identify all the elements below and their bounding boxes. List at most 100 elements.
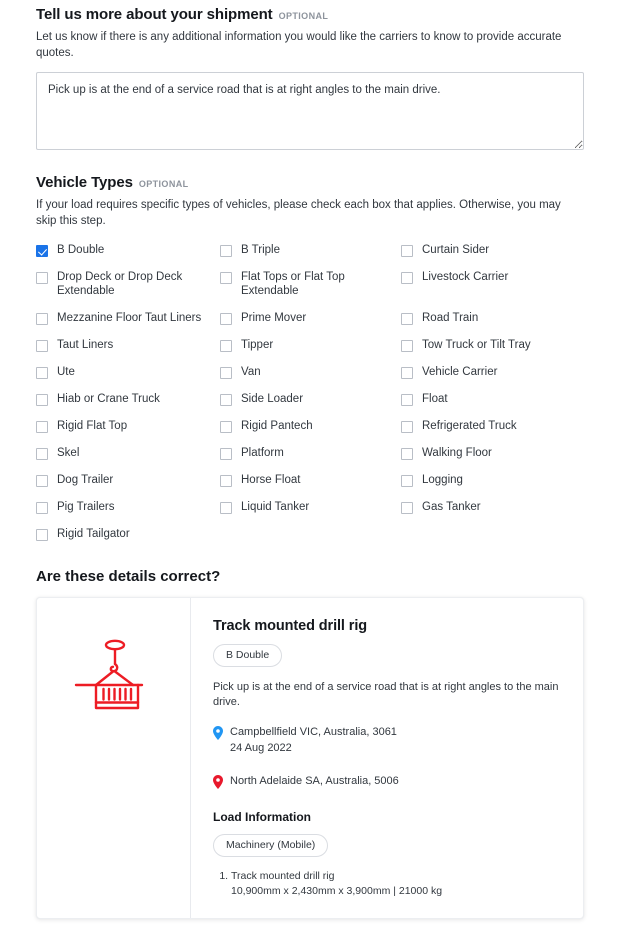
- vehicle-type-checkbox-b-triple[interactable]: B Triple: [220, 242, 401, 269]
- vehicle-type-label: Rigid Pantech: [241, 420, 313, 433]
- vehicle-type-checkbox-flat-tops-or-flat-top-extendable[interactable]: Flat Tops or Flat Top Extendable: [220, 269, 401, 310]
- vehicle-type-checkbox-rigid-pantech[interactable]: Rigid Pantech: [220, 418, 401, 445]
- checkbox-icon[interactable]: [36, 529, 48, 542]
- vehicle-type-label: Flat Tops or Flat Top Extendable: [241, 271, 345, 298]
- delivery-address: North Adelaide SA, Australia, 5006: [230, 774, 399, 787]
- vehicle-type-checkbox-rigid-flat-top[interactable]: Rigid Flat Top: [36, 418, 220, 445]
- vehicle-type-label: Logging: [422, 474, 463, 487]
- vehicle-type-checkbox-platform[interactable]: Platform: [220, 445, 401, 472]
- checkbox-icon[interactable]: [401, 313, 413, 326]
- checkbox-icon[interactable]: [36, 340, 48, 353]
- vehicle-types-grid: B Double B Triple Curtain Sider Drop Deck o…: [36, 242, 584, 553]
- checkbox-icon[interactable]: [36, 313, 48, 326]
- vehicle-type-checkbox-mezzanine-floor-taut-liners[interactable]: Mezzanine Floor Taut Liners: [36, 310, 220, 337]
- checkbox-icon[interactable]: [220, 272, 232, 285]
- checkbox-icon[interactable]: [220, 502, 232, 515]
- shipment-note-field-wrap: [36, 72, 584, 155]
- vehicle-type-checkbox-walking-floor[interactable]: Walking Floor: [401, 445, 584, 472]
- vehicle-type-label: Livestock Carrier: [422, 271, 509, 284]
- vehicle-type-checkbox-van[interactable]: Van: [220, 364, 401, 391]
- checkbox-icon[interactable]: [401, 367, 413, 380]
- vehicle-type-label: Tipper: [241, 339, 274, 352]
- vehicle-type-label: Road Train: [422, 312, 479, 325]
- vehicle-type-checkbox-dog-trailer[interactable]: Dog Trailer: [36, 472, 220, 499]
- container-crane-hook-icon: [74, 639, 143, 710]
- shipment-note-subtitle: Let us know if there is any additional i…: [36, 31, 562, 59]
- checkbox-icon[interactable]: [401, 502, 413, 515]
- checkbox-icon[interactable]: [220, 367, 232, 380]
- shipment-summary-card: Track mounted drill rig B Double Pick up…: [36, 597, 584, 920]
- vehicle-type-label: Prime Mover: [241, 312, 307, 325]
- vehicle-type-checkbox-tipper[interactable]: Tipper: [220, 337, 401, 364]
- checkbox-icon[interactable]: [36, 272, 48, 285]
- optional-badge: OPTIONAL: [138, 179, 189, 190]
- checkbox-icon[interactable]: [36, 502, 48, 515]
- vehicle-types-heading: Vehicle Types OPTIONAL: [36, 174, 584, 191]
- load-information-heading: Load Information: [213, 809, 311, 824]
- checkbox-icon[interactable]: [220, 448, 232, 461]
- vehicle-type-checkbox-drop-deck-or-drop-deck-extendable[interactable]: Drop Deck or Drop Deck Extendable: [36, 269, 220, 310]
- checkbox-icon[interactable]: [220, 245, 232, 258]
- vehicle-type-checkbox-side-loader[interactable]: Side Loader: [220, 391, 401, 418]
- checkbox-icon[interactable]: [401, 421, 413, 434]
- vehicle-type-checkbox-livestock-carrier[interactable]: Livestock Carrier: [401, 269, 584, 296]
- vehicle-type-checkbox-prime-mover[interactable]: Prime Mover: [220, 310, 401, 337]
- vehicle-type-label: Platform: [241, 447, 284, 460]
- vehicle-type-checkbox-logging[interactable]: Logging: [401, 472, 584, 499]
- vehicle-type-checkbox-tow-truck-or-tilt-tray[interactable]: Tow Truck or Tilt Tray: [401, 337, 584, 364]
- checkbox-icon[interactable]: [401, 448, 413, 461]
- vehicle-types-heading-text: Vehicle Types: [36, 174, 133, 192]
- checkbox-icon[interactable]: [220, 340, 232, 353]
- vehicle-type-label: Skel: [57, 447, 80, 460]
- vehicle-type-checkbox-gas-tanker[interactable]: Gas Tanker: [401, 499, 584, 526]
- vehicle-type-label: B Triple: [241, 244, 280, 257]
- shipment-note-heading: Tell us more about your shipment OPTIONA…: [36, 0, 584, 23]
- vehicle-type-checkbox-b-double[interactable]: B Double: [36, 242, 220, 269]
- shipment-note-textarea[interactable]: [36, 72, 584, 151]
- checkbox-icon[interactable]: [36, 394, 48, 407]
- vehicle-type-label: Side Loader: [241, 393, 304, 406]
- checkbox-icon[interactable]: [36, 421, 48, 434]
- checkbox-icon[interactable]: [401, 272, 413, 285]
- load-item-dimensions: 10,900mm x 2,430mm x 3,900mm | 21000 kg: [231, 885, 443, 898]
- vehicle-type-checkbox-refrigerated-truck[interactable]: Refrigerated Truck: [401, 418, 584, 445]
- vehicle-type-checkbox-pig-trailers[interactable]: Pig Trailers: [36, 499, 220, 526]
- vehicle-type-label: Van: [241, 366, 261, 379]
- vehicle-type-checkbox-skel[interactable]: Skel: [36, 445, 220, 472]
- vehicle-type-checkbox-curtain-sider[interactable]: Curtain Sider: [401, 242, 584, 269]
- pickup-date: 24 Aug 2022: [230, 741, 292, 754]
- vehicle-type-label: Rigid Flat Top: [57, 420, 128, 433]
- delivery-location: North Adelaide SA, Australia, 5006: [213, 774, 565, 790]
- load-items-list: Track mounted drill rig 10,900mm x 2,430m…: [213, 869, 565, 901]
- vehicle-type-label: Curtain Sider: [422, 244, 490, 257]
- vehicle-type-label: Vehicle Carrier: [422, 366, 498, 379]
- vehicle-type-checkbox-liquid-tanker[interactable]: Liquid Tanker: [220, 499, 401, 526]
- checkbox-icon[interactable]: [36, 448, 48, 461]
- checkbox-icon[interactable]: [401, 340, 413, 353]
- vehicle-type-checkbox-horse-float[interactable]: Horse Float: [220, 472, 401, 499]
- checkbox-icon[interactable]: [401, 475, 413, 488]
- shipment-note-heading-text: Tell us more about your shipment: [36, 6, 273, 23]
- pickup-text: Campbellfield VIC, Australia, 3061 24 Au…: [230, 725, 397, 757]
- vehicle-type-checkbox-road-train[interactable]: Road Train: [401, 310, 584, 337]
- optional-badge: OPTIONAL: [278, 11, 329, 21]
- checkbox-icon[interactable]: [36, 475, 48, 488]
- checkbox-icon[interactable]: [401, 245, 413, 258]
- checkbox-icon[interactable]: [220, 394, 232, 407]
- card-note: Pick up is at the end of a service road …: [213, 681, 559, 709]
- vehicle-type-checkbox-rigid-tailgator[interactable]: Rigid Tailgator: [36, 526, 220, 553]
- vehicle-type-checkbox-hiab-or-crane-truck[interactable]: Hiab or Crane Truck: [36, 391, 220, 418]
- vehicle-type-checkbox-vehicle-carrier[interactable]: Vehicle Carrier: [401, 364, 584, 391]
- vehicle-type-label: Refrigerated Truck: [422, 420, 517, 433]
- checkbox-icon[interactable]: [220, 475, 232, 488]
- delivery-text: North Adelaide SA, Australia, 5006: [230, 774, 399, 790]
- vehicle-type-checkbox-ute[interactable]: Ute: [36, 364, 220, 391]
- checkbox-icon[interactable]: [401, 394, 413, 407]
- vehicle-type-label: Walking Floor: [422, 447, 492, 460]
- vehicle-type-checkbox-float[interactable]: Float: [401, 391, 584, 418]
- checkbox-icon[interactable]: [36, 367, 48, 380]
- vehicle-type-checkbox-taut-liners[interactable]: Taut Liners: [36, 337, 220, 364]
- checkbox-checked-icon[interactable]: [36, 245, 48, 258]
- checkbox-icon[interactable]: [220, 421, 232, 434]
- checkbox-icon[interactable]: [220, 313, 232, 326]
